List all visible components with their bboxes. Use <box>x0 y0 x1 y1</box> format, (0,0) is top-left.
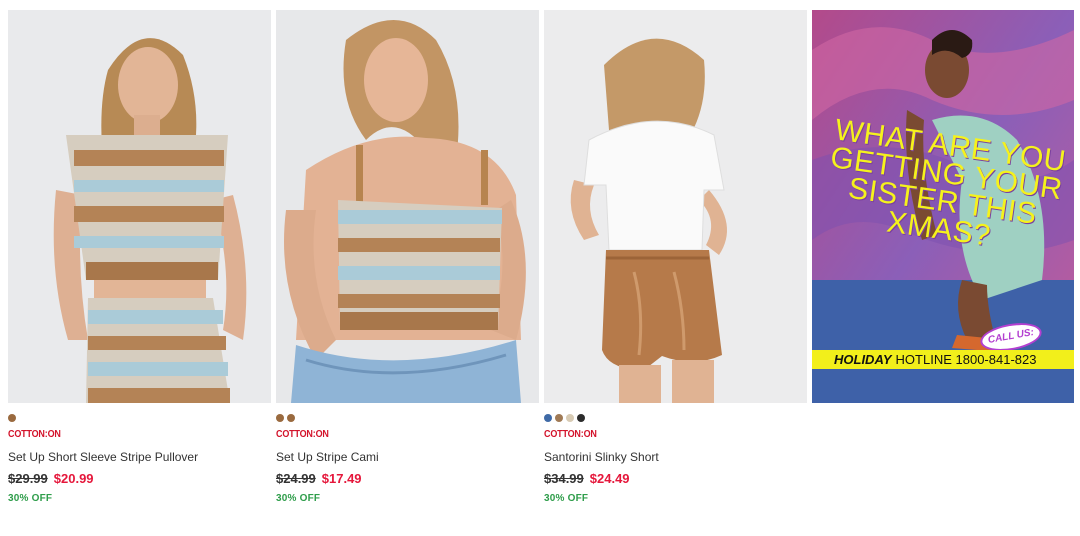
color-swatch[interactable] <box>276 413 284 422</box>
discount-badge: 30% OFF <box>8 493 53 504</box>
original-price: $24.99 <box>276 471 316 486</box>
product-name[interactable]: Set Up Short Sleeve Stripe Pullover <box>8 450 271 464</box>
product-card[interactable]: COTTON:ON Set Up Stripe Cami $24.99 $17.… <box>276 10 539 504</box>
original-price: $29.99 <box>8 471 48 486</box>
discount-badge: 30% OFF <box>276 493 321 504</box>
color-swatches <box>8 413 271 422</box>
color-swatch[interactable] <box>287 413 295 422</box>
promo-banner[interactable]: WHAT ARE YOU GETTING YOUR SISTER THIS XM… <box>812 10 1074 403</box>
color-swatch[interactable] <box>8 413 16 422</box>
brand-label: COTTON:ON <box>276 429 329 440</box>
sale-price: $20.99 <box>53 471 94 486</box>
sale-price: $17.49 <box>321 471 362 486</box>
product-card[interactable]: COTTON:ON Set Up Short Sleeve Stripe Pul… <box>8 10 271 504</box>
product-card[interactable]: COTTON:ON Santorini Slinky Short $34.99 … <box>544 10 807 504</box>
discount-badge: 30% OFF <box>544 493 589 504</box>
product-name[interactable]: Santorini Slinky Short <box>544 450 807 464</box>
hotline-text: HOTLINE 1800-841-823 <box>895 352 1037 367</box>
brand-label: COTTON:ON <box>8 429 61 440</box>
original-price: $34.99 <box>544 471 584 486</box>
price-row: $34.99 $24.49 <box>544 471 807 487</box>
color-swatches <box>276 413 539 422</box>
sale-price: $24.49 <box>589 471 630 486</box>
price-row: $29.99 $20.99 <box>8 471 271 487</box>
product-grid: COTTON:ON Set Up Short Sleeve Stripe Pul… <box>8 10 1074 530</box>
hotline-bar: HOLIDAY HOTLINE 1800-841-823 <box>812 350 1074 369</box>
hotline-label: HOLIDAY <box>834 352 892 367</box>
product-name[interactable]: Set Up Stripe Cami <box>276 450 539 464</box>
color-swatch[interactable] <box>555 413 563 422</box>
price-row: $24.99 $17.49 <box>276 471 539 487</box>
product-image[interactable] <box>276 10 539 403</box>
product-image[interactable] <box>544 10 807 403</box>
product-image[interactable] <box>8 10 271 403</box>
color-swatches <box>544 413 807 422</box>
color-swatch[interactable] <box>577 413 585 422</box>
color-swatch[interactable] <box>544 413 552 422</box>
brand-label: COTTON:ON <box>544 429 597 440</box>
color-swatch[interactable] <box>566 413 574 422</box>
